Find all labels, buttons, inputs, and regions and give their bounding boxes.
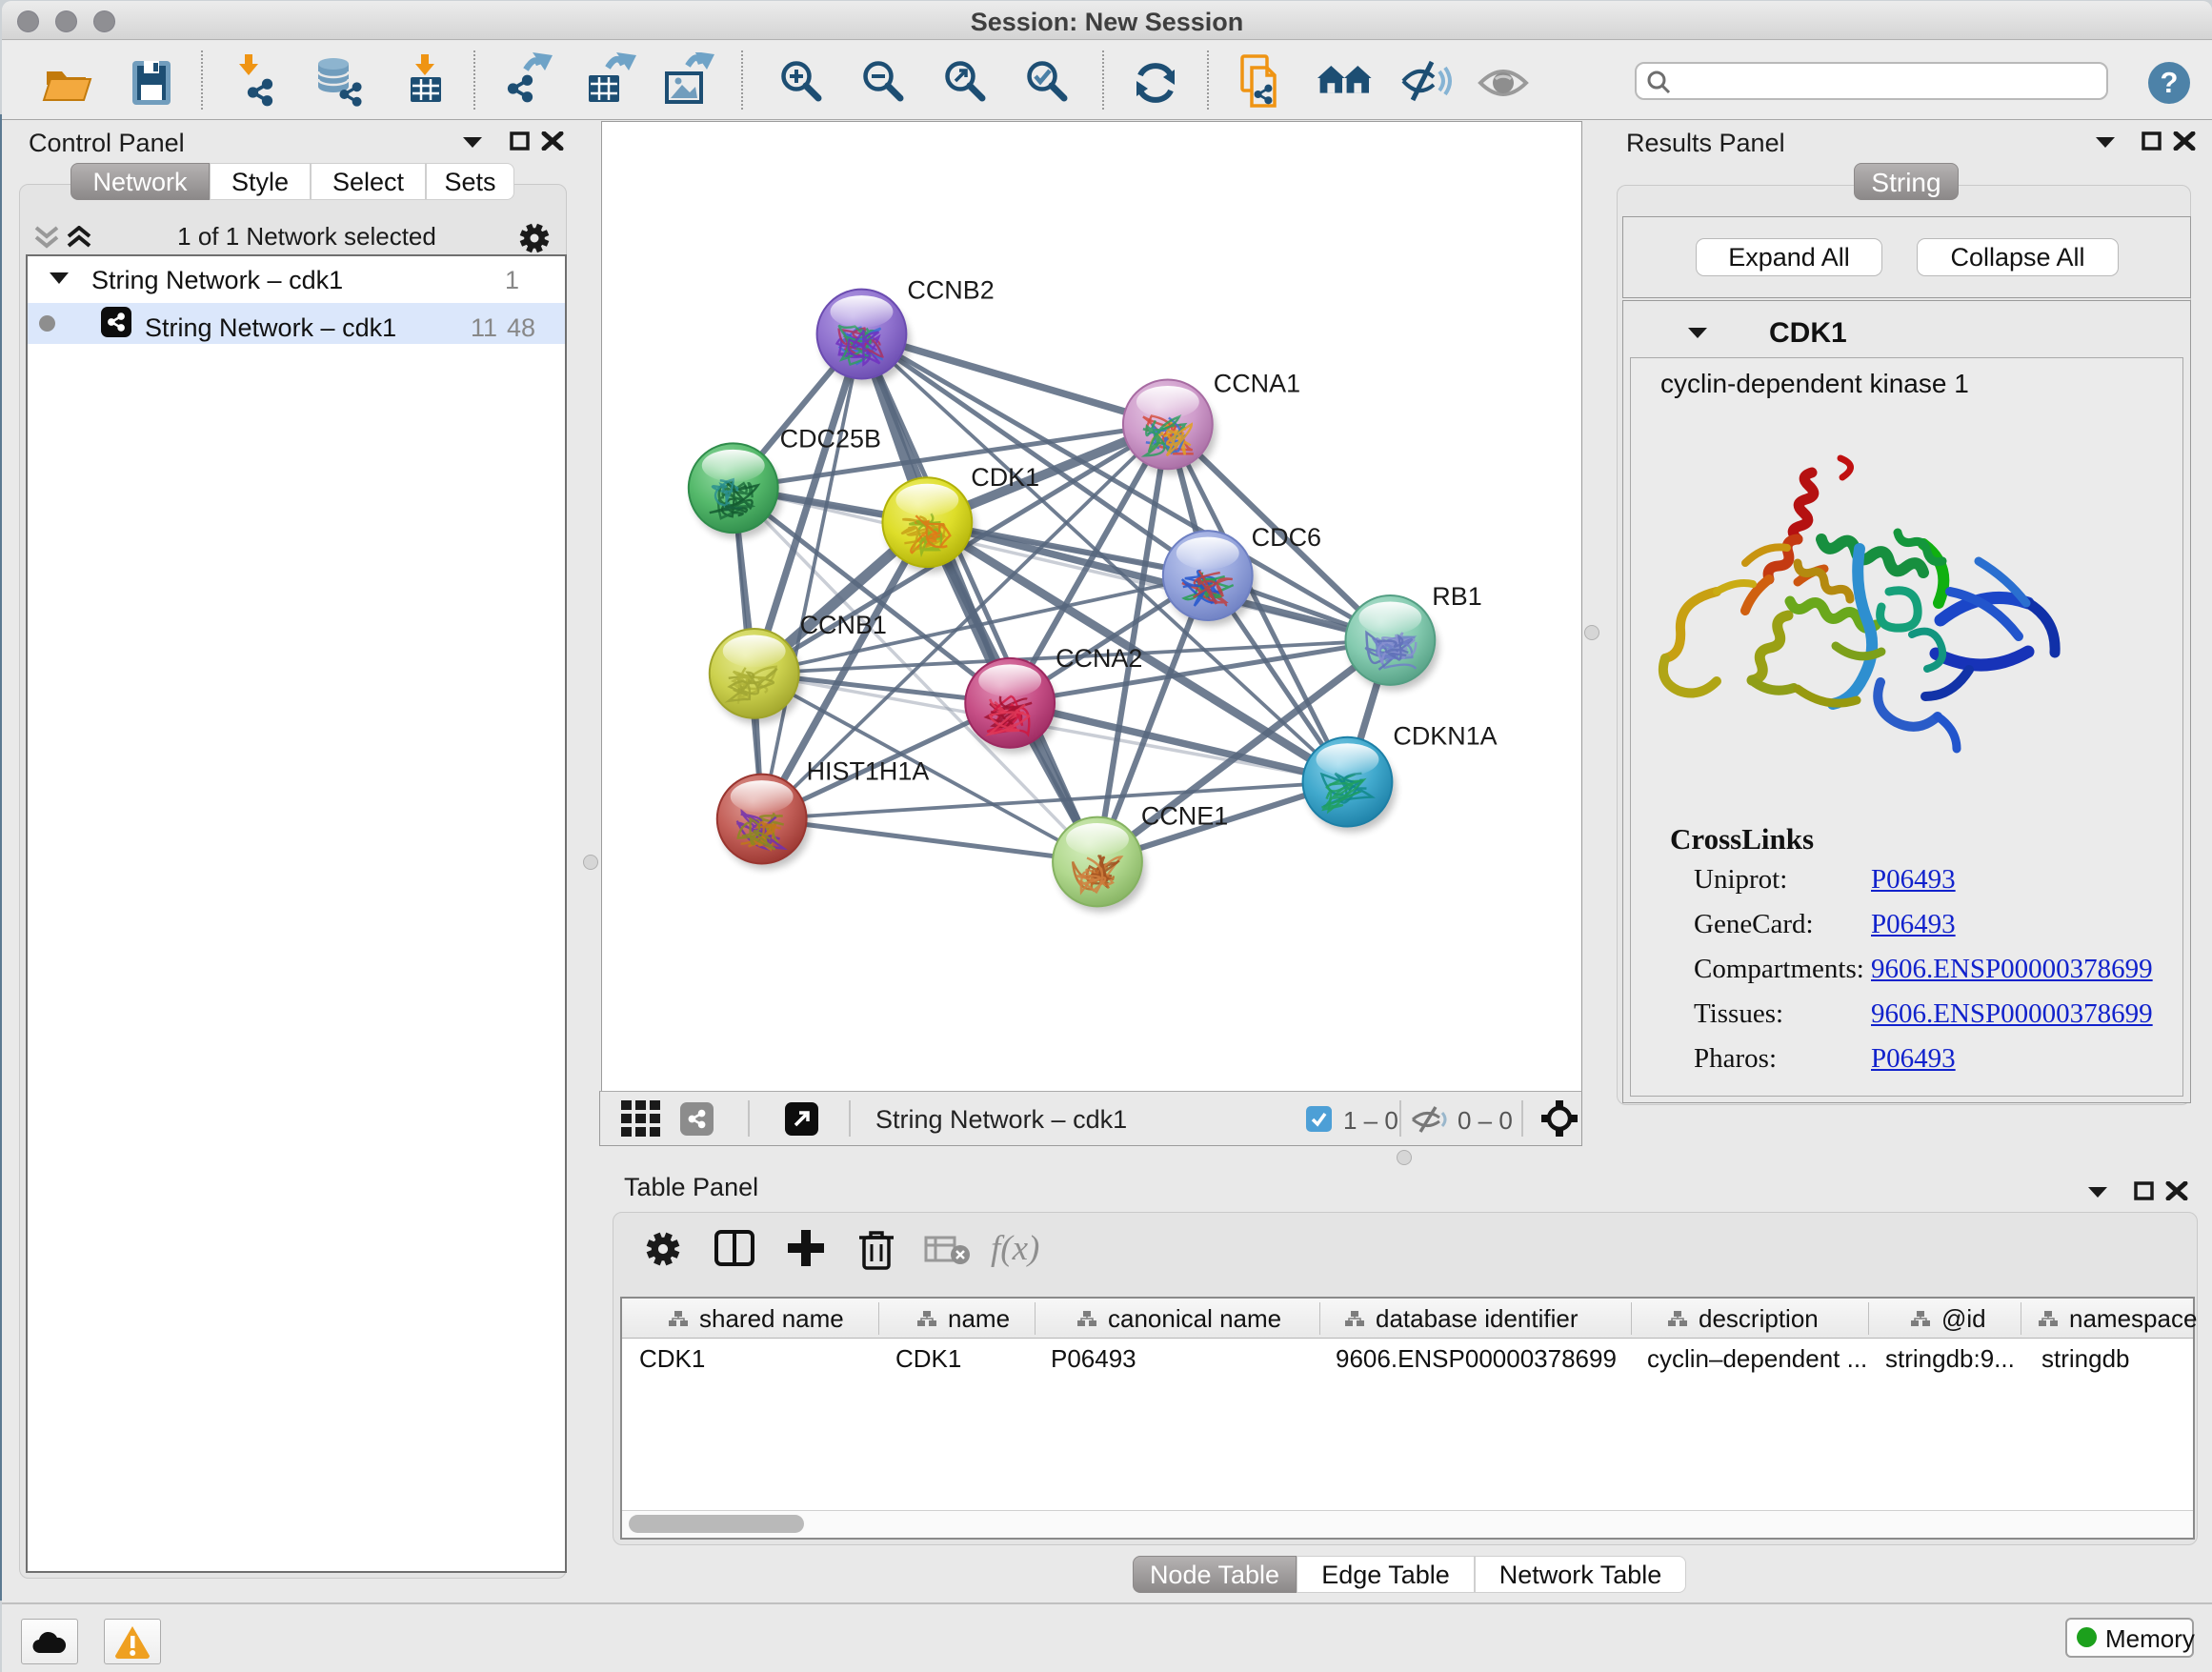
svg-text:CCNB1: CCNB1 <box>800 611 887 639</box>
svg-text:CCNA2: CCNA2 <box>1056 644 1142 673</box>
svg-text:CCNB2: CCNB2 <box>907 276 994 305</box>
svg-text:RB1: RB1 <box>1432 582 1481 611</box>
svg-text:CDK1: CDK1 <box>971 463 1039 492</box>
svg-text:CDC6: CDC6 <box>1252 523 1321 552</box>
svg-text:CCNA1: CCNA1 <box>1214 369 1300 397</box>
svg-text:CDC25B: CDC25B <box>780 424 881 453</box>
svg-text:CDKN1A: CDKN1A <box>1393 722 1497 751</box>
svg-text:CCNE1: CCNE1 <box>1141 802 1228 831</box>
svg-text:HIST1H1A: HIST1H1A <box>807 757 930 786</box>
